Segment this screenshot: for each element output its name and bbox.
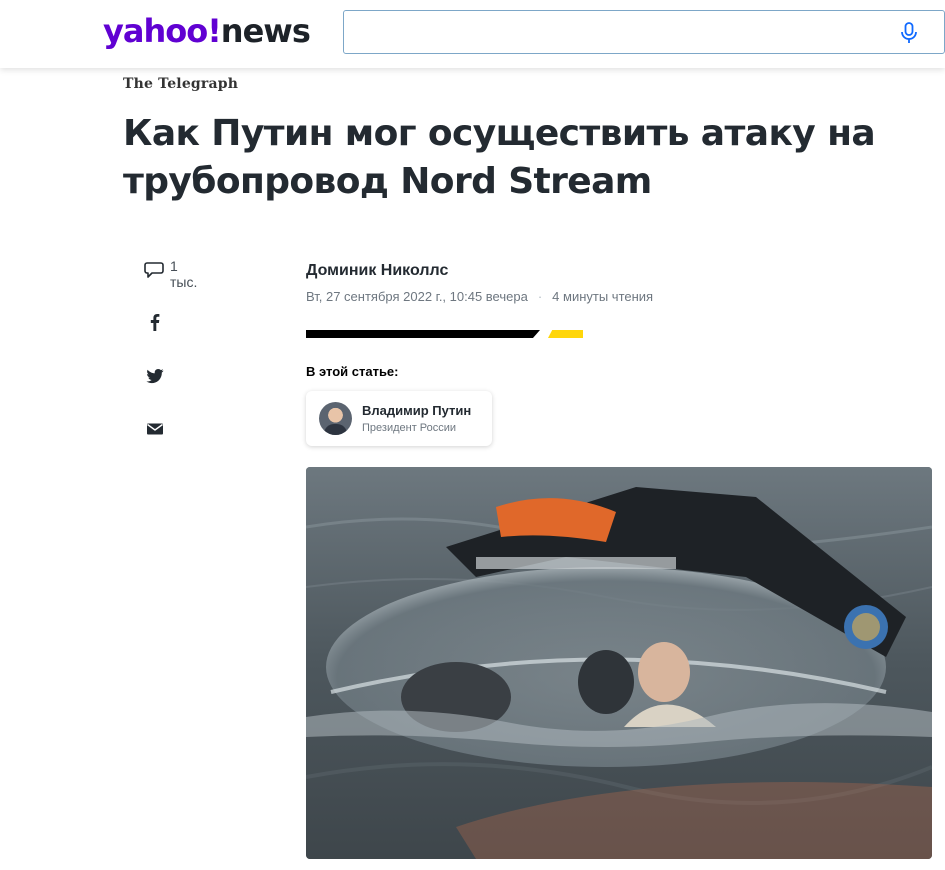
submersible-photo-illustration <box>306 467 932 859</box>
divider-bar <box>306 330 540 338</box>
top-header: yahoo! news <box>0 0 945 68</box>
logo-news: news <box>220 12 311 50</box>
search-box[interactable] <box>343 10 945 54</box>
article-meta: Вт, 27 сентября 2022 г., 10:45 вечера · … <box>306 289 653 304</box>
comment-count-unit: тыс. <box>170 274 198 290</box>
search-input[interactable] <box>354 19 894 45</box>
author-name[interactable]: Доминик Николлс <box>306 262 448 280</box>
person-card[interactable]: Владимир Путин Президент России <box>306 391 492 446</box>
microphone-icon[interactable] <box>900 22 918 44</box>
logo-yahoo: yahoo! <box>103 12 222 50</box>
comments-button[interactable]: 1 тыс. <box>144 258 214 290</box>
person-name: Владимир Путин <box>362 403 472 418</box>
article-title: Как Путин мог осуществить атаку на трубо… <box>123 110 903 206</box>
in-this-article-label: В этой статье: <box>306 364 399 379</box>
twitter-icon[interactable] <box>146 367 164 385</box>
publish-date: Вт, 27 сентября 2022 г., 10:45 вечера <box>306 289 528 304</box>
avatar <box>319 402 352 435</box>
facebook-icon[interactable] <box>146 313 164 331</box>
meta-separator: · <box>537 289 543 304</box>
publisher-name[interactable]: The Telegraph <box>123 76 238 92</box>
share-column: 1 тыс. <box>144 258 214 435</box>
yahoo-news-logo[interactable]: yahoo! news <box>103 12 311 52</box>
read-time: 4 минуты чтения <box>552 289 654 304</box>
comment-count-number: 1 <box>170 258 178 274</box>
title-text-end: Nord Stream <box>400 161 652 202</box>
article-photo[interactable] <box>306 467 932 859</box>
email-icon[interactable] <box>146 420 164 438</box>
divider-accent <box>548 330 583 338</box>
comment-icon <box>144 262 164 278</box>
comment-count: 1 тыс. <box>170 258 197 290</box>
person-role: Президент России <box>362 422 457 434</box>
